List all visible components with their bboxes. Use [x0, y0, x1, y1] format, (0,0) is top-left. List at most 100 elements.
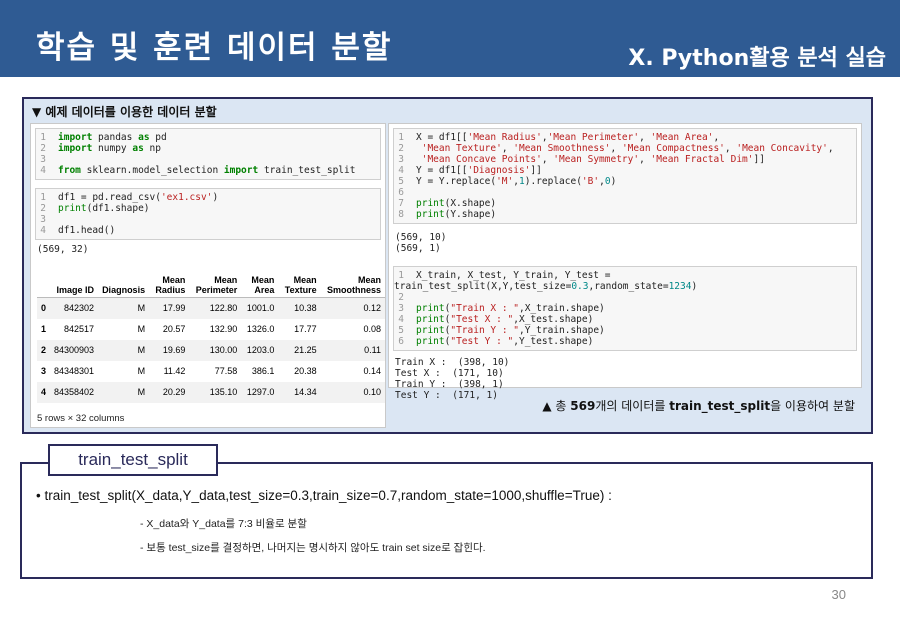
table-cell: 842517	[64, 324, 95, 334]
row-index: 3	[41, 366, 47, 376]
code-line: 1X = df1[['Mean Radius','Mean Perimeter'…	[398, 132, 720, 143]
table-header-cell: Mean Smoothness	[326, 275, 381, 295]
slide-subtitle: X. Python활용 분석 실습	[628, 46, 886, 71]
table-cell: 0.14	[363, 366, 381, 376]
table-cell: 130.00	[209, 345, 238, 355]
caption-suffix: 을 이용하여 분할	[770, 399, 855, 413]
xy-shape-output: (569, 10) (569, 1)	[395, 232, 447, 254]
table-row: 3 84348301 M 11.42 77.58 386.1 20.38 0.14	[37, 361, 385, 382]
code-line: 2 print(df1.shape)	[40, 203, 150, 214]
code-line: 3 'Mean Concave Points', 'Mean Symmetry'…	[398, 154, 765, 165]
shape-output: (569, 32)	[37, 244, 89, 255]
table-cell: M	[137, 387, 146, 397]
table-cell: 21.25	[294, 345, 317, 355]
table-cell: 84358402	[54, 387, 95, 397]
code-line: 6 print("Test Y : ",Y_test.shape)	[398, 336, 594, 347]
code-line: 5Y = Y.replace('M',1).replace('B',0)	[398, 176, 617, 187]
caption-prefix: ▲ 총	[542, 399, 571, 413]
code-cell-split: 1 X_train, X_test, Y_train, Y_test = trai…	[393, 266, 857, 351]
tts-label: train_test_split	[48, 444, 218, 476]
caption-count: 569	[570, 399, 596, 413]
table-cell: 17.77	[294, 324, 317, 334]
table-row: 1 842517 M 20.57 132.90 1326.0 17.77 0.08	[37, 319, 385, 340]
table-cell: M	[137, 366, 146, 376]
example-heading: ▼ 예제 데이터를 이용한 데이터 분할	[32, 105, 217, 119]
table-cell: 0.12	[363, 303, 381, 314]
example-panel: ▼ 예제 데이터를 이용한 데이터 분할 1 import pandas as p…	[22, 97, 873, 434]
code-line: 2 import numpy as np	[40, 143, 161, 154]
code-line: 6	[398, 187, 404, 198]
table-cell: 0.08	[363, 324, 381, 334]
right-notebook: 1X = df1[['Mean Radius','Mean Perimeter'…	[388, 123, 862, 401]
dataframe-table: Image ID Diagnosis Mean Radius Mean Perimet…	[37, 273, 385, 403]
tts-note-ratio: - X_data와 Y_data를 7:3 비율로 분할	[140, 518, 307, 530]
code-line: 3 print("Train X : ",X_train.shape)	[398, 303, 605, 314]
table-cell: 1203.0	[246, 345, 275, 355]
row-index: 2	[41, 345, 47, 355]
tts-signature: • train_test_split(X_data,Y_data,test_si…	[36, 488, 612, 503]
left-notebook: 1 import pandas as pd 2 import numpy as np…	[30, 123, 386, 428]
table-header-cell: Diagnosis	[102, 285, 146, 295]
table-cell: 17.99	[162, 303, 186, 314]
table-header-cell: Mean Area	[251, 275, 275, 295]
split-caption: ▲ 총 569개의 데이터를 train_test_split을 이용하여 분할	[542, 397, 855, 414]
code-line: 4 df1.head()	[40, 225, 116, 236]
table-cell: 842302	[64, 303, 95, 314]
code-line: 2	[398, 292, 404, 303]
table-cell: 19.69	[162, 345, 186, 355]
table-row: 2 84300903 M 19.69 130.00 1203.0 21.25 0.11	[37, 339, 385, 361]
tts-note-size: - 보통 test_size를 결정하면, 나머지는 명시하지 않아도 trai…	[140, 542, 486, 554]
caption-mid: 개의 데이터를	[595, 399, 670, 413]
table-cell: 84348301	[54, 366, 95, 376]
code-cell-read-csv: 1 df1 = pd.read_csv('ex1.csv') 2 print(df1…	[35, 188, 381, 240]
code-line: 1 import pandas as pd	[40, 132, 167, 143]
table-cell: M	[137, 324, 146, 334]
code-line: 5 print("Train Y : ",Y_train.shape)	[398, 325, 605, 336]
slide-header: 학습 및 훈련 데이터 분할 X. Python활용 분석 실습	[0, 0, 900, 77]
code-line: 1 X_train, X_test, Y_train, Y_test = trai…	[394, 270, 698, 292]
table-cell: 0.10	[363, 387, 381, 397]
code-line: 7 print(X.shape)	[398, 198, 497, 209]
table-cell: 77.58	[214, 366, 238, 376]
code-line: 1 df1 = pd.read_csv('ex1.csv')	[40, 192, 219, 203]
row-index: 1	[41, 324, 47, 334]
slide-title: 학습 및 훈련 데이터 분할	[36, 30, 393, 66]
table-cell: 10.38	[294, 303, 317, 314]
code-line: 2 'Mean Texture', 'Mean Smoothness', 'Me…	[398, 143, 834, 154]
code-cell-xy: 1X = df1[['Mean Radius','Mean Perimeter'…	[393, 128, 857, 224]
tts-description-box: • train_test_split(X_data,Y_data,test_si…	[20, 462, 873, 579]
code-line: 3	[40, 154, 46, 165]
table-cell: M	[137, 303, 146, 314]
table-row: 0 842302 M 17.99 122.80 1001.0 10.38 0.12	[37, 297, 385, 319]
table-cell: 132.90	[209, 324, 238, 334]
table-cell: 20.38	[294, 366, 317, 376]
code-line: 8 print(Y.shape)	[398, 209, 497, 220]
row-index: 0	[41, 303, 47, 314]
table-header-cell: Mean Perimeter	[195, 275, 238, 295]
table-cell: 1326.0	[246, 324, 275, 334]
table-cell: 14.34	[294, 387, 317, 397]
table-cell: 0.11	[364, 345, 381, 355]
table-header-cell: Mean Radius	[155, 275, 186, 295]
table-cell: 135.10	[209, 387, 238, 397]
code-cell-imports: 1 import pandas as pd 2 import numpy as np…	[35, 128, 381, 180]
table-cell: 1001.0	[246, 303, 275, 314]
page-number: 30	[831, 587, 846, 602]
code-line: 4 print("Test X : ",X_test.shape)	[398, 314, 594, 325]
table-row: 4 84358402 M 20.29 135.10 1297.0 14.34 0.10	[37, 381, 385, 403]
table-cell: M	[137, 345, 146, 355]
row-index: 4	[41, 387, 47, 397]
table-cell: 84300903	[54, 345, 95, 355]
table-cell: 20.29	[162, 387, 186, 397]
table-header-cell: Image ID	[56, 285, 95, 295]
code-line: 3	[40, 214, 46, 225]
table-header-cell	[37, 273, 50, 298]
dataframe-footer: 5 rows × 32 columns	[37, 412, 125, 424]
table-cell: 386.1	[251, 366, 275, 376]
code-line: 4Y = df1[['Diagnosis']]	[398, 165, 542, 176]
table-cell: 122.80	[209, 303, 238, 314]
table-cell: 20.57	[162, 324, 186, 334]
table-cell: 11.42	[163, 366, 186, 376]
table-cell: 1297.0	[246, 387, 275, 397]
caption-function: train_test_split	[669, 399, 771, 413]
